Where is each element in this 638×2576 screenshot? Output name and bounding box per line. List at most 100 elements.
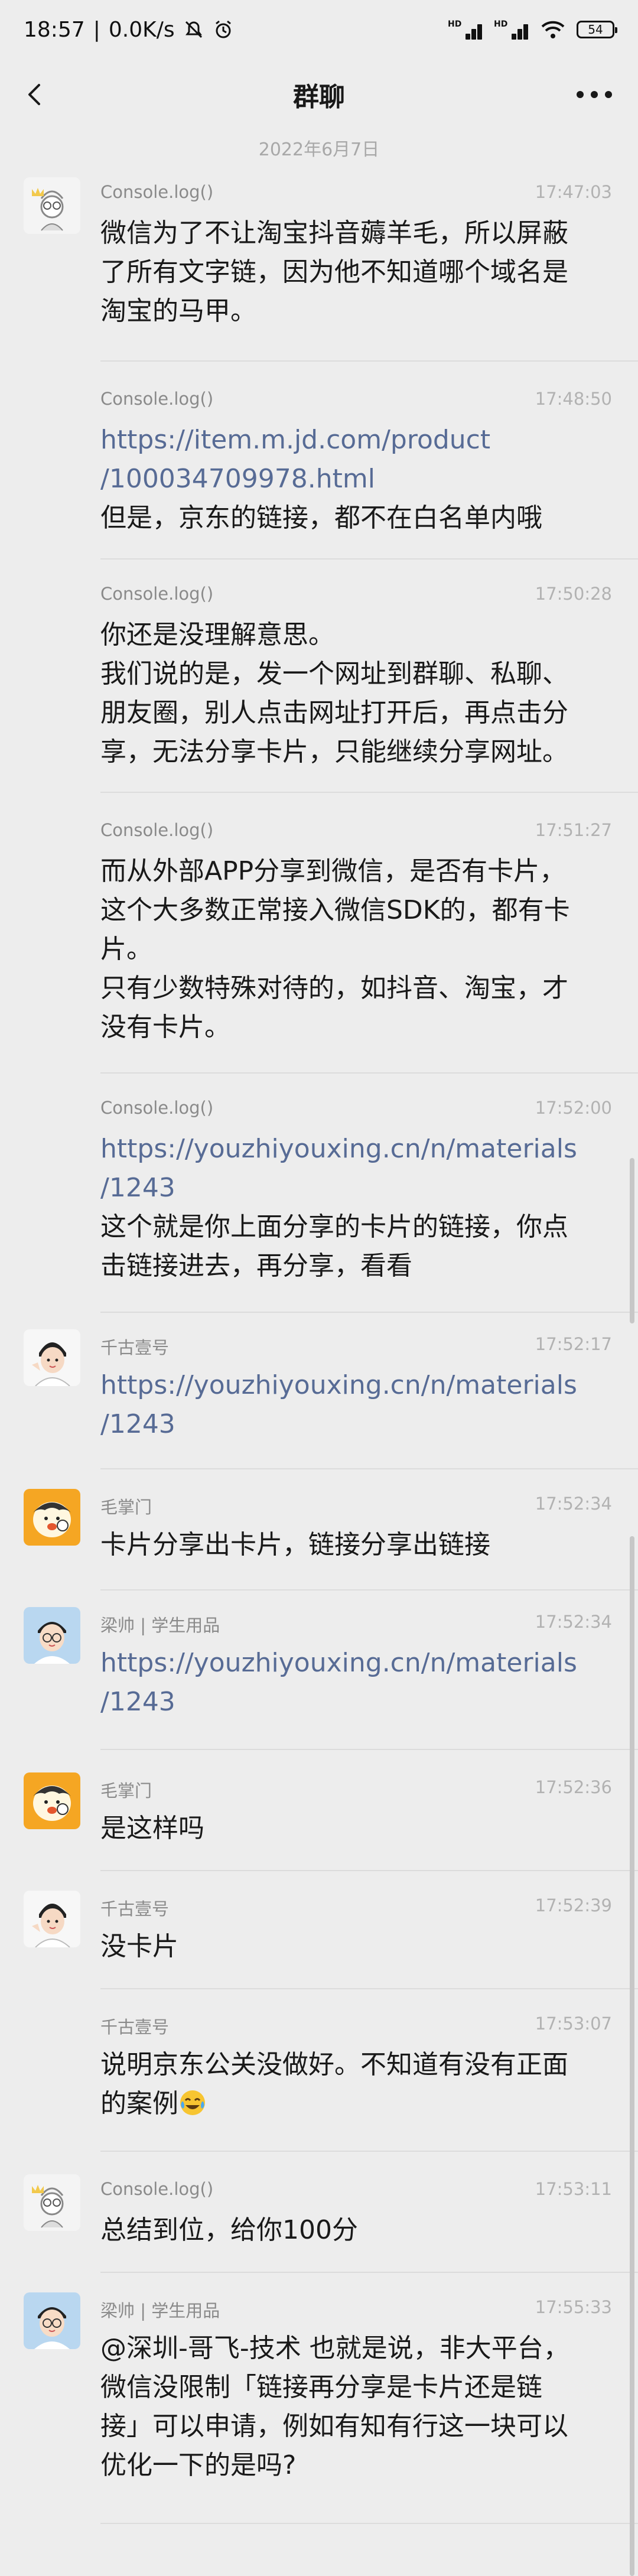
status-right: HD HD 54 [448, 19, 617, 40]
message-body: 是这样吗 [100, 1809, 608, 1848]
status-left: 18:57 | 0.0K/s [24, 18, 234, 42]
message-link[interactable]: /1243 [100, 1169, 608, 1208]
message-link[interactable]: https://youzhiyouxing.cn/n/materials [100, 1644, 608, 1683]
message-divider [100, 1749, 638, 1750]
status-separator: | [93, 17, 100, 42]
message-line: 淘宝的马甲。 [100, 296, 256, 326]
message-line: 优化一下的是吗? [100, 2450, 297, 2480]
message-body: https://youzhiyouxing.cn/n/materials/124… [100, 1644, 608, 1722]
message-line: 卡片分享出卡片，链接分享出链接 [100, 1530, 490, 1560]
message-time: 17:52:39 [535, 1895, 612, 1915]
message-line: 你还是没理解意思。 [100, 620, 334, 650]
sender-name: 梁帅 | 学生用品 [100, 1615, 220, 1635]
wifi-icon [541, 21, 565, 38]
message-divider [100, 2523, 638, 2524]
signal-icon: HD [448, 19, 483, 40]
sender-name: 毛掌门 [100, 1497, 152, 1517]
message-time: 17:52:00 [535, 1098, 612, 1118]
message-line: 我们说的是，发一个网址到群聊、私聊、 [100, 659, 568, 689]
message-link[interactable]: /100034709978.html [100, 460, 608, 499]
status-bar: 18:57 | 0.0K/s HD HD 54 [0, 0, 638, 59]
back-icon[interactable] [21, 80, 50, 109]
message-divider [100, 360, 638, 362]
message-line: 总结到位，给你100分 [100, 2215, 358, 2245]
message-divider [100, 792, 638, 793]
message-divider [100, 1468, 638, 1469]
alarm-icon [215, 20, 231, 38]
message-time: 17:53:11 [535, 2179, 612, 2199]
message-time: 17:52:17 [535, 1334, 612, 1354]
signal-icon-2: HD [494, 19, 529, 40]
date-separator: 2022年6月7日 [258, 139, 380, 160]
mute-icon [185, 21, 202, 38]
sender-name: 千古壹号 [100, 2017, 170, 2037]
message-divider [100, 558, 638, 560]
scrollbar-lower[interactable] [630, 1536, 634, 2576]
sender-name: Console.log() [100, 820, 214, 840]
message-link[interactable]: /1243 [100, 1683, 608, 1722]
message-link[interactable]: /1243 [100, 1405, 608, 1444]
sender-name: Console.log() [100, 584, 214, 604]
message-time: 17:52:36 [535, 1777, 612, 1797]
message-line: 这个大多数正常接入微信SDK的，都有卡 [100, 895, 570, 925]
message-time: 17:55:33 [535, 2297, 612, 2317]
avatar[interactable] [24, 2292, 80, 2349]
nav-bar: 群聊 [0, 59, 638, 130]
message-body: 说明京东公关没做好。不知道有没有正面 的案例 [100, 2045, 608, 2123]
status-time: 18:57 [24, 17, 85, 42]
message-divider [100, 1870, 638, 1871]
message-line: 但是，京东的链接，都不在白名单内哦 [100, 503, 542, 533]
avatar[interactable] [24, 1891, 80, 1947]
message-divider [100, 2151, 638, 2152]
message-body: 没卡片 [100, 1927, 608, 1966]
avatar[interactable] [24, 177, 80, 234]
laughing-tears-emoji-icon [178, 2089, 207, 2117]
message-body: 你还是没理解意思。我们说的是，发一个网址到群聊、私聊、 朋友圈，别人点击网址打开后… [100, 616, 608, 772]
message-line: 了所有文字链，因为他不知道哪个域名是 [100, 257, 568, 287]
message-body: https://youzhiyouxing.cn/n/materials/124… [100, 1366, 608, 1444]
avatar[interactable] [24, 1329, 80, 1386]
message-line: 微信没限制「链接再分享是卡片还是链 [100, 2372, 542, 2402]
scrollbar-upper[interactable] [630, 1158, 634, 1323]
message-line: 只有少数特殊对待的，如抖音、淘宝，才 [100, 973, 568, 1003]
message-body: https://item.m.jd.com/product/1000347099… [100, 421, 608, 538]
message-line: 这个就是你上面分享的卡片的链接，你点 [100, 1212, 568, 1242]
sender-name: Console.log() [100, 1098, 214, 1118]
sender-name: 毛掌门 [100, 1781, 152, 1801]
message-time: 17:51:27 [535, 820, 612, 840]
message-body: @深圳-哥飞-技术 也就是说，非大平台， 微信没限制「链接再分享是卡片还是链 接」可… [100, 2329, 608, 2485]
message-time: 17:50:28 [535, 584, 612, 604]
avatar[interactable] [24, 2174, 80, 2231]
more-icon[interactable] [577, 89, 612, 100]
message-time: 17:52:34 [535, 1494, 612, 1514]
message-body: https://youzhiyouxing.cn/n/materials/124… [100, 1130, 608, 1286]
avatar[interactable] [24, 1772, 80, 1829]
message-body: 卡片分享出卡片，链接分享出链接 [100, 1526, 608, 1565]
message-line: 的案例 [100, 2084, 608, 2123]
message-time: 17:53:07 [535, 2014, 612, 2034]
avatar[interactable] [24, 1489, 80, 1546]
status-speed: 0.0K/s [108, 17, 175, 42]
sender-name: Console.log() [100, 2179, 214, 2199]
message-time: 17:52:34 [535, 1612, 612, 1632]
message-line: 微信为了不让淘宝抖音薅羊毛，所以屏蔽 [100, 218, 568, 248]
message-time: 17:47:03 [535, 182, 612, 202]
battery-level: 54 [588, 22, 603, 37]
battery-icon: 54 [577, 21, 617, 38]
sender-name: 千古壹号 [100, 1899, 170, 1919]
message-time: 17:48:50 [535, 389, 612, 409]
message-link[interactable]: https://youzhiyouxing.cn/n/materials [100, 1366, 608, 1405]
message-line: 片。 [100, 934, 152, 964]
message-line: 击链接进去，再分享，看看 [100, 1251, 412, 1281]
message-divider [100, 1072, 638, 1074]
message-divider [100, 1988, 638, 1989]
message-line: 朋友圈，别人点击网址打开后，再点击分 [100, 698, 568, 728]
message-line: 而从外部APP分享到微信，是否有卡片， [100, 856, 566, 886]
message-line: 接」可以申请，例如有知有行这一块可以 [100, 2411, 568, 2441]
message-line: 是这样吗 [100, 1813, 204, 1843]
message-link[interactable]: https://youzhiyouxing.cn/n/materials [100, 1130, 608, 1169]
avatar[interactable] [24, 1607, 80, 1664]
message-link[interactable]: https://item.m.jd.com/product [100, 421, 608, 460]
sender-name: Console.log() [100, 182, 214, 202]
message-body: 总结到位，给你100分 [100, 2211, 608, 2250]
